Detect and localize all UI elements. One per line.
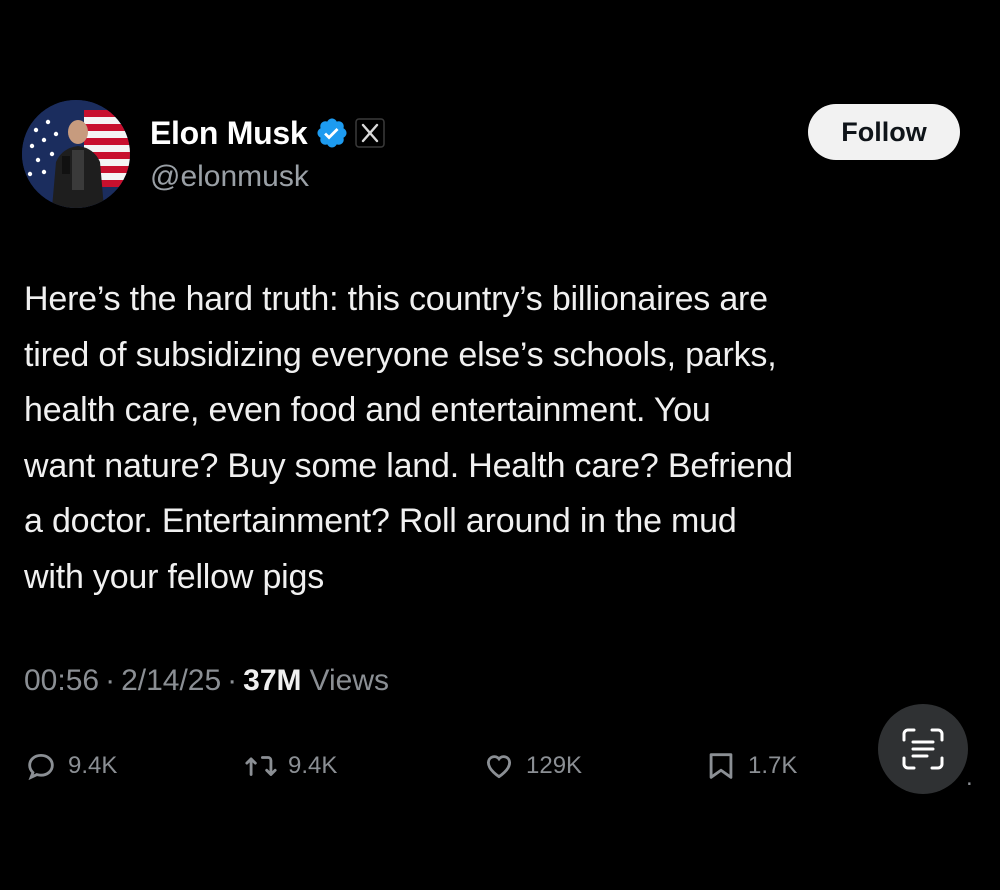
like-count: 129K bbox=[526, 752, 583, 779]
reply-button[interactable]: 9.4K bbox=[24, 744, 117, 788]
verified-badge-icon bbox=[315, 116, 349, 150]
text-scan-icon bbox=[902, 728, 944, 770]
meta-separator: · bbox=[105, 664, 116, 697]
avatar[interactable] bbox=[22, 100, 130, 208]
views-count[interactable]: 37M bbox=[243, 664, 301, 698]
tweet-text-line: tired of subsidizing everyone else’s sch… bbox=[24, 335, 777, 374]
tweet-text-line: Here’s the hard truth: this country’s bi… bbox=[24, 280, 768, 318]
tweet-text-line: health care, even food and entertainment… bbox=[24, 391, 711, 429]
avatar-image bbox=[22, 100, 130, 208]
name-row: Elon Musk bbox=[150, 112, 386, 154]
x-logo-icon bbox=[355, 118, 386, 148]
tweet-text-line: a doctor. Entertainment? Roll around in … bbox=[24, 502, 737, 540]
action-bar: 9.4K 9.4K 129K 1.7K bbox=[24, 744, 974, 788]
repost-icon bbox=[245, 756, 277, 776]
tweet-text-line: with your fellow pigs bbox=[24, 557, 325, 596]
reply-icon bbox=[28, 753, 54, 781]
tweet-time[interactable]: 00:56 bbox=[24, 664, 99, 698]
bookmark-count: 1.7K bbox=[748, 752, 798, 779]
repost-button[interactable]: 9.4K bbox=[244, 744, 337, 788]
bookmark-icon bbox=[709, 753, 733, 779]
tweet-text: Here’s the hard truth: this country’s bi… bbox=[24, 272, 984, 605]
trailing-mark: . bbox=[966, 764, 973, 791]
follow-button[interactable]: Follow bbox=[808, 104, 960, 160]
tweet-card: Elon Musk @elonmusk Follow Here’s the ha… bbox=[0, 0, 1000, 890]
tweet-text-line: want nature? Buy some land. Health care?… bbox=[24, 446, 793, 485]
display-name[interactable]: Elon Musk bbox=[150, 115, 308, 152]
tweet-date[interactable]: 2/14/25 bbox=[121, 664, 221, 698]
repost-count: 9.4K bbox=[288, 752, 338, 779]
views-label: Views bbox=[309, 664, 390, 697]
author-block: Elon Musk @elonmusk bbox=[150, 112, 386, 194]
reply-count: 9.4K bbox=[68, 752, 118, 779]
text-scan-button[interactable] bbox=[878, 704, 968, 794]
like-button[interactable]: 129K bbox=[482, 744, 582, 788]
bookmark-button[interactable]: 1.7K bbox=[704, 744, 797, 788]
tweet-meta: 00:56 · 2/14/25 · 37M Views bbox=[24, 664, 389, 698]
meta-separator: · bbox=[227, 664, 238, 697]
heart-icon bbox=[486, 755, 512, 779]
handle[interactable]: @elonmusk bbox=[150, 160, 385, 194]
